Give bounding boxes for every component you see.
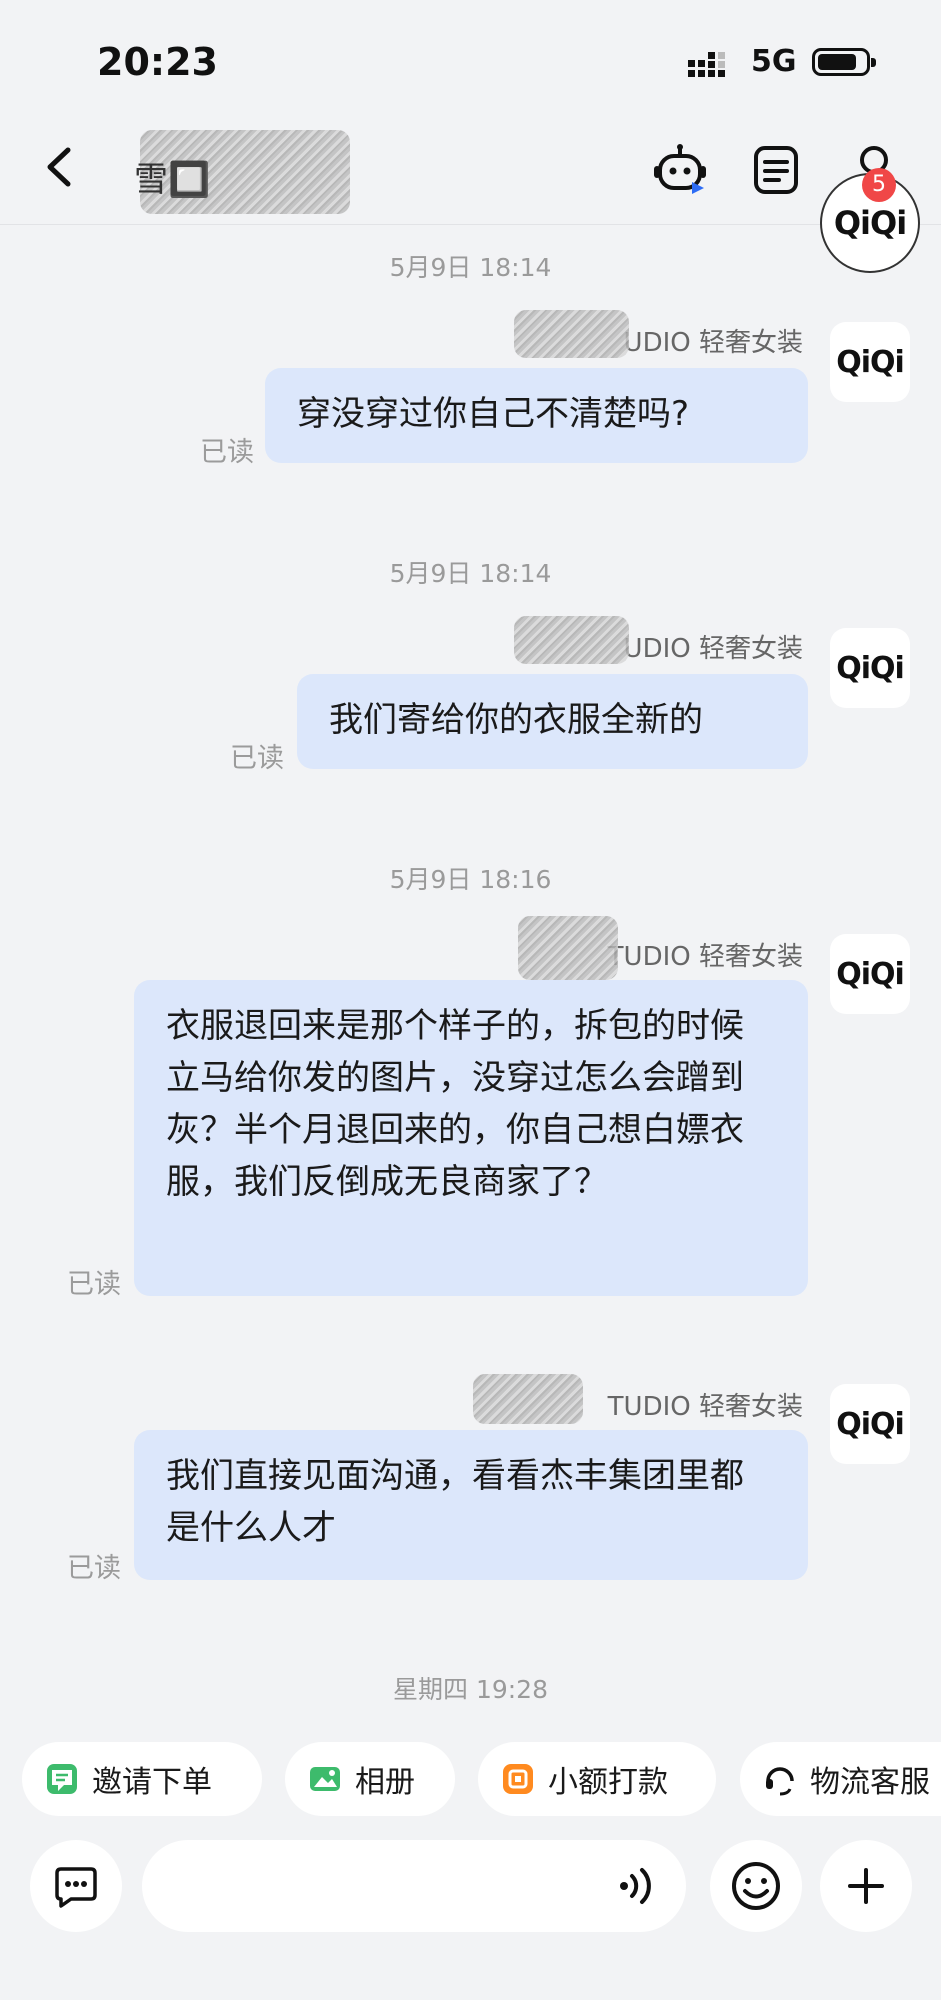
read-status: 已读 xyxy=(67,1269,121,1300)
message-timestamp: 5月9日 18:14 xyxy=(389,253,552,282)
quick-actions-bar: 邀请下单 相册 小额打款 物流客服 xyxy=(0,1720,941,1840)
sender-name: UDIO 轻奢女装 xyxy=(513,310,803,359)
redaction-blur xyxy=(513,616,629,664)
battery-icon xyxy=(812,48,876,76)
sender-name: TUDIO 轻奢女装 xyxy=(517,916,803,980)
read-status: 已读 xyxy=(230,743,284,774)
signal-icon xyxy=(688,52,725,77)
plus-icon xyxy=(848,1868,884,1904)
read-status: 已读 xyxy=(200,437,254,468)
message-bubble[interactable]: 穿没穿过你自己不清楚吗? xyxy=(265,368,808,463)
message-bubble[interactable]: 我们寄给你的衣服全新的 xyxy=(297,674,808,769)
album-icon xyxy=(310,1767,340,1791)
album-chip[interactable]: 相册 xyxy=(285,1742,455,1816)
message-bubble[interactable]: 衣服退回来是那个样子的，拆包的时候立马给你发的图片，没穿过怎么会蹭到灰？半个月退… xyxy=(134,980,808,1296)
shop-avatar[interactable]: QiQi xyxy=(830,934,910,1014)
network-label: 5G xyxy=(751,44,797,79)
chip-label: 小额打款 xyxy=(548,1765,668,1800)
message-input[interactable] xyxy=(142,1840,686,1932)
contact-name-text: 雪🔲 xyxy=(134,160,211,200)
sender-name-text: TUDIO 轻奢女装 xyxy=(607,1392,803,1422)
input-bar xyxy=(0,1840,941,2000)
shop-avatar[interactable]: QiQi xyxy=(830,1384,910,1464)
headset-icon xyxy=(766,1767,794,1796)
sender-name: TUDIO 轻奢女装 xyxy=(472,1374,803,1424)
robot-assistant-icon[interactable] xyxy=(652,142,708,198)
floating-avatar-text: QiQi xyxy=(833,204,907,242)
notes-icon[interactable] xyxy=(748,142,804,198)
sender-name-text: TUDIO 轻奢女装 xyxy=(607,942,803,972)
invite-order-icon xyxy=(47,1764,77,1794)
redaction-blur xyxy=(472,1374,583,1424)
logistics-service-chip[interactable]: 物流客服 xyxy=(740,1742,941,1816)
contact-name[interactable]: 雪🔲 xyxy=(130,130,350,214)
shop-avatar[interactable]: QiQi xyxy=(830,322,910,402)
quick-reply-button[interactable] xyxy=(30,1840,122,1932)
redaction-blur xyxy=(517,916,618,980)
sender-name: UDIO 轻奢女装 xyxy=(513,616,803,665)
sender-name-text: UDIO 轻奢女装 xyxy=(623,634,803,664)
shop-avatar[interactable]: QiQi xyxy=(830,628,910,708)
message-timestamp: 5月9日 18:14 xyxy=(389,559,552,588)
read-status: 已读 xyxy=(67,1553,121,1584)
voice-icon[interactable] xyxy=(618,1866,660,1906)
emoji-smile-icon xyxy=(732,1862,780,1910)
message-timestamp: 星期四 19:28 xyxy=(393,1675,548,1704)
small-payment-chip[interactable]: 小额打款 xyxy=(478,1742,716,1816)
back-arrow-icon[interactable] xyxy=(36,142,86,192)
status-time: 20:23 xyxy=(97,40,218,84)
add-button[interactable] xyxy=(820,1840,912,1932)
notification-badge: 5 xyxy=(862,168,896,202)
chat-header: 雪🔲 xyxy=(0,120,941,225)
invite-order-chip[interactable]: 邀请下单 xyxy=(22,1742,262,1816)
redaction-blur xyxy=(513,310,629,358)
emoji-button[interactable] xyxy=(710,1840,802,1932)
chip-label: 相册 xyxy=(355,1765,415,1800)
sender-name-text: UDIO 轻奢女装 xyxy=(623,328,803,358)
message-bubble[interactable]: 我们直接见面沟通，看看杰丰集团里都是什么人才 xyxy=(134,1430,808,1580)
payment-icon xyxy=(503,1764,533,1794)
chip-label: 物流客服 xyxy=(810,1765,930,1800)
chat-bubble-icon xyxy=(55,1867,97,1908)
message-timestamp: 5月9日 18:16 xyxy=(389,865,552,894)
chip-label: 邀请下单 xyxy=(92,1765,212,1800)
status-bar: 20:23 5G xyxy=(0,0,941,120)
